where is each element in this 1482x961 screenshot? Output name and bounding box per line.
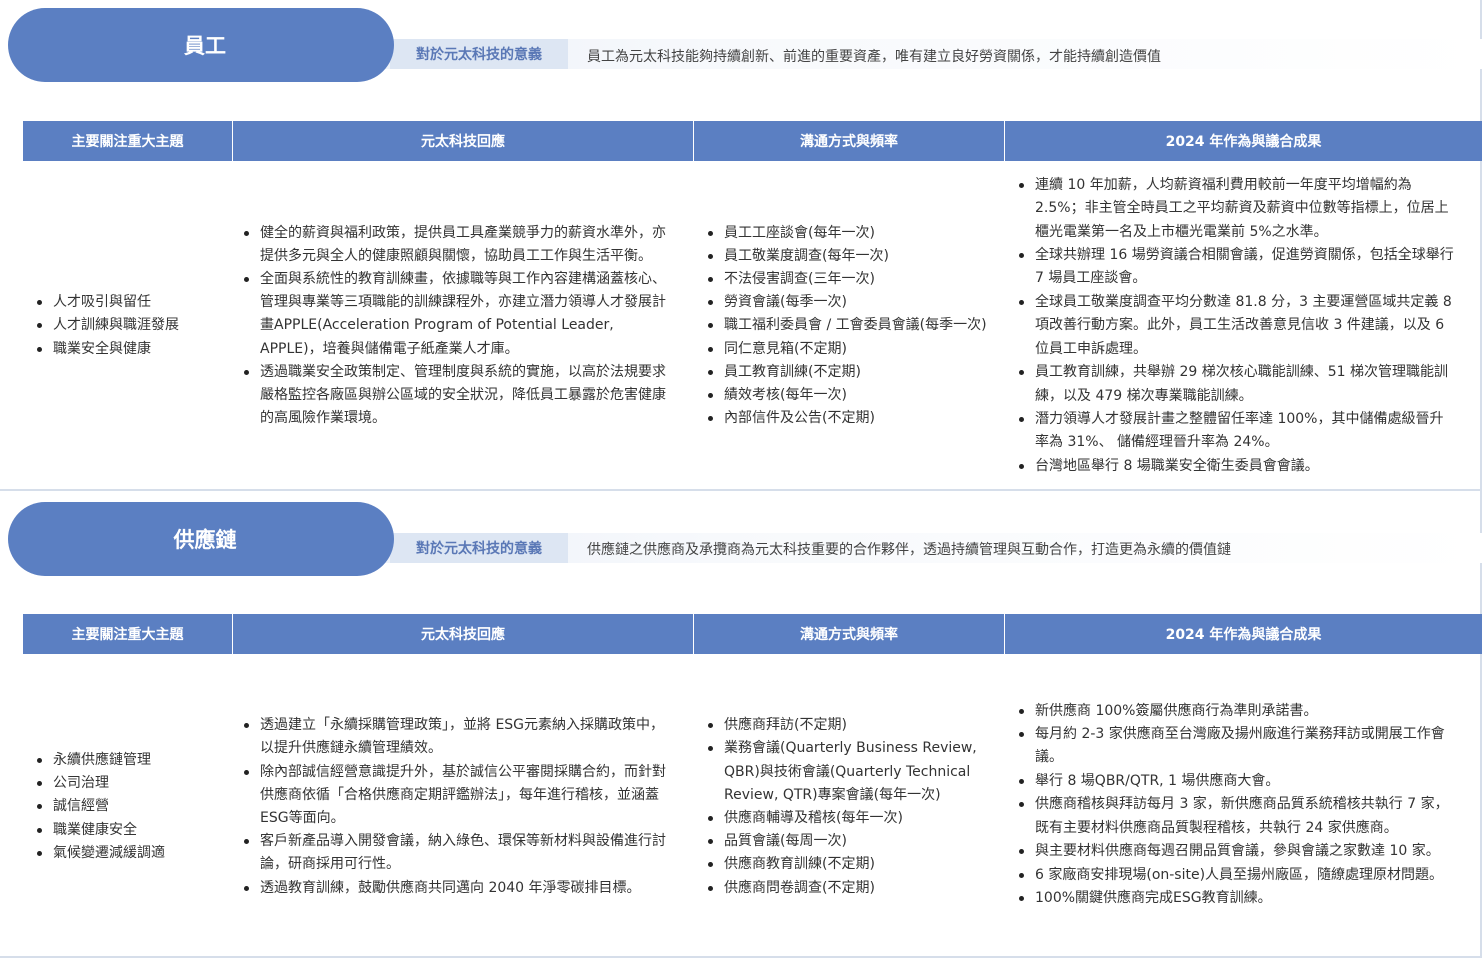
section-title: 員工 (184, 34, 226, 58)
list-item: 6 家廠商安排現場(on-site)人員至揚州廠區，隨繚處理原材問題。 (1018, 864, 1456, 887)
list-item: 舉行 8 場QBR/QTR, 1 場供應商大會。 (1018, 770, 1456, 793)
section-title: 供應鏈 (173, 528, 237, 552)
list-item: 職工福利委員會 / 工會委員會議(每季一次) (707, 314, 999, 337)
list-item: 透過教育訓練，鼓勵供應商共同邁向 2040 年淨零碳排目標。 (243, 877, 667, 900)
list-item: 員工教育訓練，共舉辦 29 梯次核心職能訓練、51 梯次管理職能訓練，以及 47… (1018, 361, 1456, 408)
list-item: 供應商稽核與拜訪每月 3 家，新供應商品質系統稽核共執行 7 家，既有主要材料供… (1018, 793, 1456, 840)
section-title-pill: 供應鏈 (8, 502, 394, 576)
list-item: 全球員工敬業度調查平均分數達 81.8 分，3 主要運營區域共定義 8 項改善行… (1018, 291, 1456, 361)
list-item: 人才訓練與職涯發展 (36, 314, 226, 337)
list-item: 氣候變遷減緩調適 (36, 842, 226, 865)
topics-cell: 人才吸引與留任 人才訓練與職涯發展 職業安全與健康 (36, 176, 226, 476)
list-item: 同仁意見箱(不定期) (707, 338, 999, 361)
list-item: 公司治理 (36, 772, 226, 795)
list-item: 客戶新產品導入開發會議，納入綠色、環保等新材料與設備進行討論，研商採用可行性。 (243, 830, 667, 876)
significance-text: 供應鏈之供應商及承攬商為元太科技重要的合作夥伴，透過持續管理與互動合作，打造更為… (587, 542, 1231, 558)
header-results: 2024 年作為與議合成果 (1165, 627, 1322, 643)
list-item: 供應商問卷調查(不定期) (707, 877, 1007, 900)
table-header: 主要關注重大主題 元太科技回應 溝通方式與頻率 2024 年作為與議合成果 (23, 614, 1482, 654)
list-item: 全球共辦理 16 場勞資議合相關會議，促進勞資關係，包括全球舉行 7 場員工座談… (1018, 244, 1456, 291)
list-item: 誠信經營 (36, 795, 226, 818)
list-item: 不法侵害調查(三年一次) (707, 268, 999, 291)
list-item: 與主要材料供應商每週召開品質會議，參與會議之家數達 10 家。 (1018, 840, 1456, 863)
header-topics: 主要關注重大主題 (23, 121, 233, 161)
significance-label: 對於元太科技的意義 (390, 533, 568, 563)
list-item: 績效考核(每年一次) (707, 384, 999, 407)
list-item: 供應商教育訓練(不定期) (707, 853, 1007, 876)
list-item: 內部信件及公告(不定期) (707, 407, 999, 430)
list-item: 潛力領導人才發展計畫之整體留任率達 100%，其中儲備處級晉升率為 31%、 儲… (1018, 408, 1456, 455)
table-header: 主要關注重大主題 元太科技回應 溝通方式與頻率 2024 年作為與議合成果 (23, 121, 1482, 161)
list-item: 健全的薪資與福利政策，提供員工具產業競爭力的薪資水準外，亦提供多元與全人的健康照… (243, 222, 667, 268)
significance-label: 對於元太科技的意義 (390, 39, 568, 69)
list-item: 台灣地區舉行 8 場職業安全衛生委員會會議。 (1018, 455, 1456, 478)
results-cell: 連續 10 年加薪，人均薪資福利費用較前一年度平均增幅約為 2.5%；非主管全時… (1018, 174, 1456, 478)
channels-cell: 員工工座談會(每年一次) 員工敬業度調查(每年一次) 不法侵害調查(三年一次) … (707, 176, 999, 476)
list-item: 連續 10 年加薪，人均薪資福利費用較前一年度平均增幅約為 2.5%；非主管全時… (1018, 174, 1456, 244)
response-cell: 健全的薪資與福利政策，提供員工具產業競爭力的薪資水準外，亦提供多元與全人的健康照… (243, 176, 667, 476)
section-title-pill: 員工 (8, 8, 394, 82)
list-item: 職業健康安全 (36, 819, 226, 842)
list-item: 永續供應鏈管理 (36, 749, 226, 772)
channels-cell: 供應商拜訪(不定期) 業務會議(Quarterly Business Revie… (707, 672, 1007, 942)
header-results: 2024 年作為與議合成果 (1165, 134, 1322, 150)
significance-text: 員工為元太科技能夠持續創新、前進的重要資產，唯有建立良好勞資關係，才能持續創造價… (587, 49, 1161, 65)
list-item: 100%關鍵供應商完成ESG教育訓練。 (1018, 887, 1456, 910)
list-item: 人才吸引與留任 (36, 291, 226, 314)
header-response: 元太科技回應 (233, 614, 694, 654)
list-item: 職業安全與健康 (36, 338, 226, 361)
list-item: 新供應商 100%簽屬供應商行為準則承諾書。 (1018, 700, 1456, 723)
header-topics: 主要關注重大主題 (23, 614, 233, 654)
list-item: 品質會議(每周一次) (707, 830, 1007, 853)
header-channels: 溝通方式與頻率 (694, 614, 1005, 654)
response-cell: 透過建立「永續採購管理政策」，並將 ESG元素納入採購政策中，以提升供應鏈永續管… (243, 672, 667, 942)
list-item: 除內部誠信經營意識提升外，基於誠信公平審閱採購合約，而針對供應商依循「合格供應商… (243, 761, 667, 831)
list-item: 業務會議(Quarterly Business Review, QBR)與技術會… (707, 737, 1007, 807)
results-cell: 新供應商 100%簽屬供應商行為準則承諾書。 每月約 2-3 家供應商至台灣廠及… (1018, 676, 1456, 934)
list-item: 勞資會議(每季一次) (707, 291, 999, 314)
list-item: 員工敬業度調查(每年一次) (707, 245, 999, 268)
list-item: 員工工座談會(每年一次) (707, 222, 999, 245)
list-item: 全面與系統性的教育訓練畫，依據職等與工作內容建構涵蓋核心、管理與專業等三項職能的… (243, 268, 667, 361)
list-item: 供應商輔導及稽核(每年一次) (707, 807, 1007, 830)
list-item: 供應商拜訪(不定期) (707, 714, 1007, 737)
list-item: 員工教育訓練(不定期) (707, 361, 999, 384)
header-channels: 溝通方式與頻率 (694, 121, 1005, 161)
header-response: 元太科技回應 (233, 121, 694, 161)
list-item: 透過建立「永續採購管理政策」，並將 ESG元素納入採購政策中，以提升供應鏈永續管… (243, 714, 667, 760)
topics-cell: 永續供應鏈管理 公司治理 誠信經營 職業健康安全 氣候變遷減緩調適 (36, 672, 226, 942)
list-item: 透過職業安全政策制定、管理制度與系統的實施，以高於法規要求嚴格監控各廠區與辦公區… (243, 361, 667, 431)
list-item: 每月約 2-3 家供應商至台灣廠及揚州廠進行業務拜訪或開展工作會議。 (1018, 723, 1456, 770)
